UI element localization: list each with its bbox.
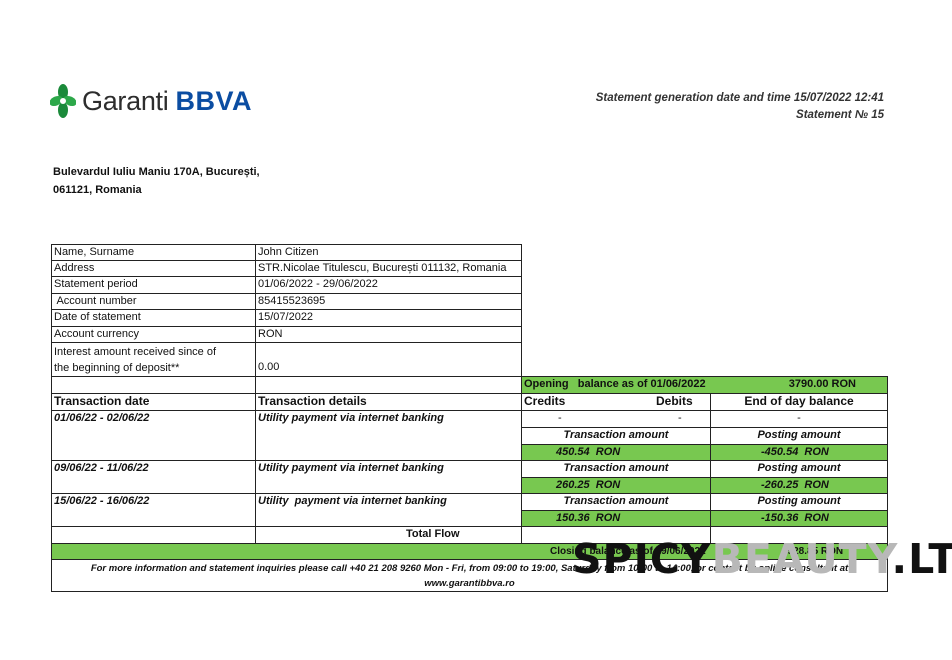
info-label: Address (51, 260, 256, 277)
posting-amount-label: Posting amount (710, 460, 888, 478)
statement-header: Statement generation date and time 15/07… (596, 90, 884, 124)
header-transaction-details: Transaction details (255, 393, 522, 411)
transaction-date: 01/06/22 - 02/06/22 (51, 410, 256, 461)
opening-balance-label: Opening balance as of 01/06/2022 (524, 378, 706, 390)
opening-balance-value: 3790.00 RON (788, 378, 856, 390)
info-label: Statement period (51, 276, 256, 294)
logo-bbva-text: BBVA (175, 85, 252, 116)
info-value: RON (255, 326, 522, 343)
header-credits: Credits (524, 394, 566, 408)
header-debits: Debits (656, 394, 693, 408)
info-value: 0.00 (255, 342, 522, 377)
posting-amount-label: Posting amount (710, 427, 888, 445)
blank-cell (255, 376, 522, 394)
total-flow-label: Total Flow (255, 526, 522, 544)
logo-garanti-text: Garanti (82, 85, 169, 116)
garanti-bbva-logo: Garanti BBVA (50, 84, 252, 118)
info-label: Name, Surname (51, 244, 256, 261)
transaction-amount: 450.54 RON (521, 444, 711, 461)
transaction-date: 09/06/22 - 11/06/22 (51, 460, 256, 494)
bank-address-line1: Bulevardul Iuliu Maniu 170A, București, (53, 166, 260, 178)
watermark-part3: .LT (891, 535, 952, 583)
header-credits-debits: Credits Debits (521, 393, 711, 411)
transaction-amount: 150.36 RON (521, 510, 711, 527)
posting-amount: -260.25 RON (710, 477, 888, 494)
transaction-details: Utility payment via internet banking (255, 460, 522, 494)
info-label: Account number (51, 293, 256, 310)
info-label-line2: the beginning of deposit** (54, 362, 180, 374)
info-label: Date of statement (51, 309, 256, 327)
transaction-amount-label: Transaction amount (521, 493, 711, 511)
posting-amount: -150.36 RON (710, 510, 888, 527)
info-value: 15/07/2022 (255, 309, 522, 327)
transaction-amount: 260.25 RON (521, 477, 711, 494)
watermark-part2: BEAUTY (711, 535, 892, 583)
statement-generation-date: Statement generation date and time 15/07… (595, 92, 884, 104)
bank-address-line2: 061121, Romania (53, 184, 142, 196)
info-label-line1: Interest amount received since of (54, 346, 217, 358)
watermark: SPICYBEAUTY.LT (572, 534, 952, 584)
info-value: STR.Nicolae Titulescu, București 011132,… (255, 260, 522, 277)
blank-cell (51, 376, 256, 394)
posting-amount-label: Posting amount (710, 493, 888, 511)
info-label: Account currency (51, 326, 256, 343)
balance-dash: - (710, 410, 888, 428)
clover-logo-icon (50, 84, 76, 118)
info-value: 85415523695 (255, 293, 522, 310)
credit-dash: - (558, 412, 562, 424)
header-end-of-day-balance: End of day balance (710, 393, 888, 411)
transaction-date: 15/06/22 - 16/06/22 (51, 493, 256, 527)
info-value: 01/06/2022 - 29/06/2022 (255, 276, 522, 294)
info-label-interest: Interest amount received since of the be… (51, 342, 256, 377)
posting-amount: -450.54 RON (710, 444, 888, 461)
transaction-amount-label: Transaction amount (521, 427, 711, 445)
debit-dash: - (678, 412, 682, 424)
watermark-part1: SPICY (572, 535, 712, 583)
blank-cell (51, 526, 256, 544)
statement-number: Statement № 15 (796, 109, 884, 121)
opening-balance-row: Opening balance as of 01/06/2022 3790.00… (521, 376, 888, 394)
transaction-details: Utility payment via internet banking (255, 493, 522, 527)
info-value: John Citizen (255, 244, 522, 261)
transaction-amount-label: Transaction amount (521, 460, 711, 478)
bank-address: Bulevardul Iuliu Maniu 170A, București, … (53, 163, 260, 199)
header-transaction-date: Transaction date (51, 393, 256, 411)
credits-debits-dashes: - - (521, 410, 711, 428)
transaction-details: Utility payment via internet banking (255, 410, 522, 461)
